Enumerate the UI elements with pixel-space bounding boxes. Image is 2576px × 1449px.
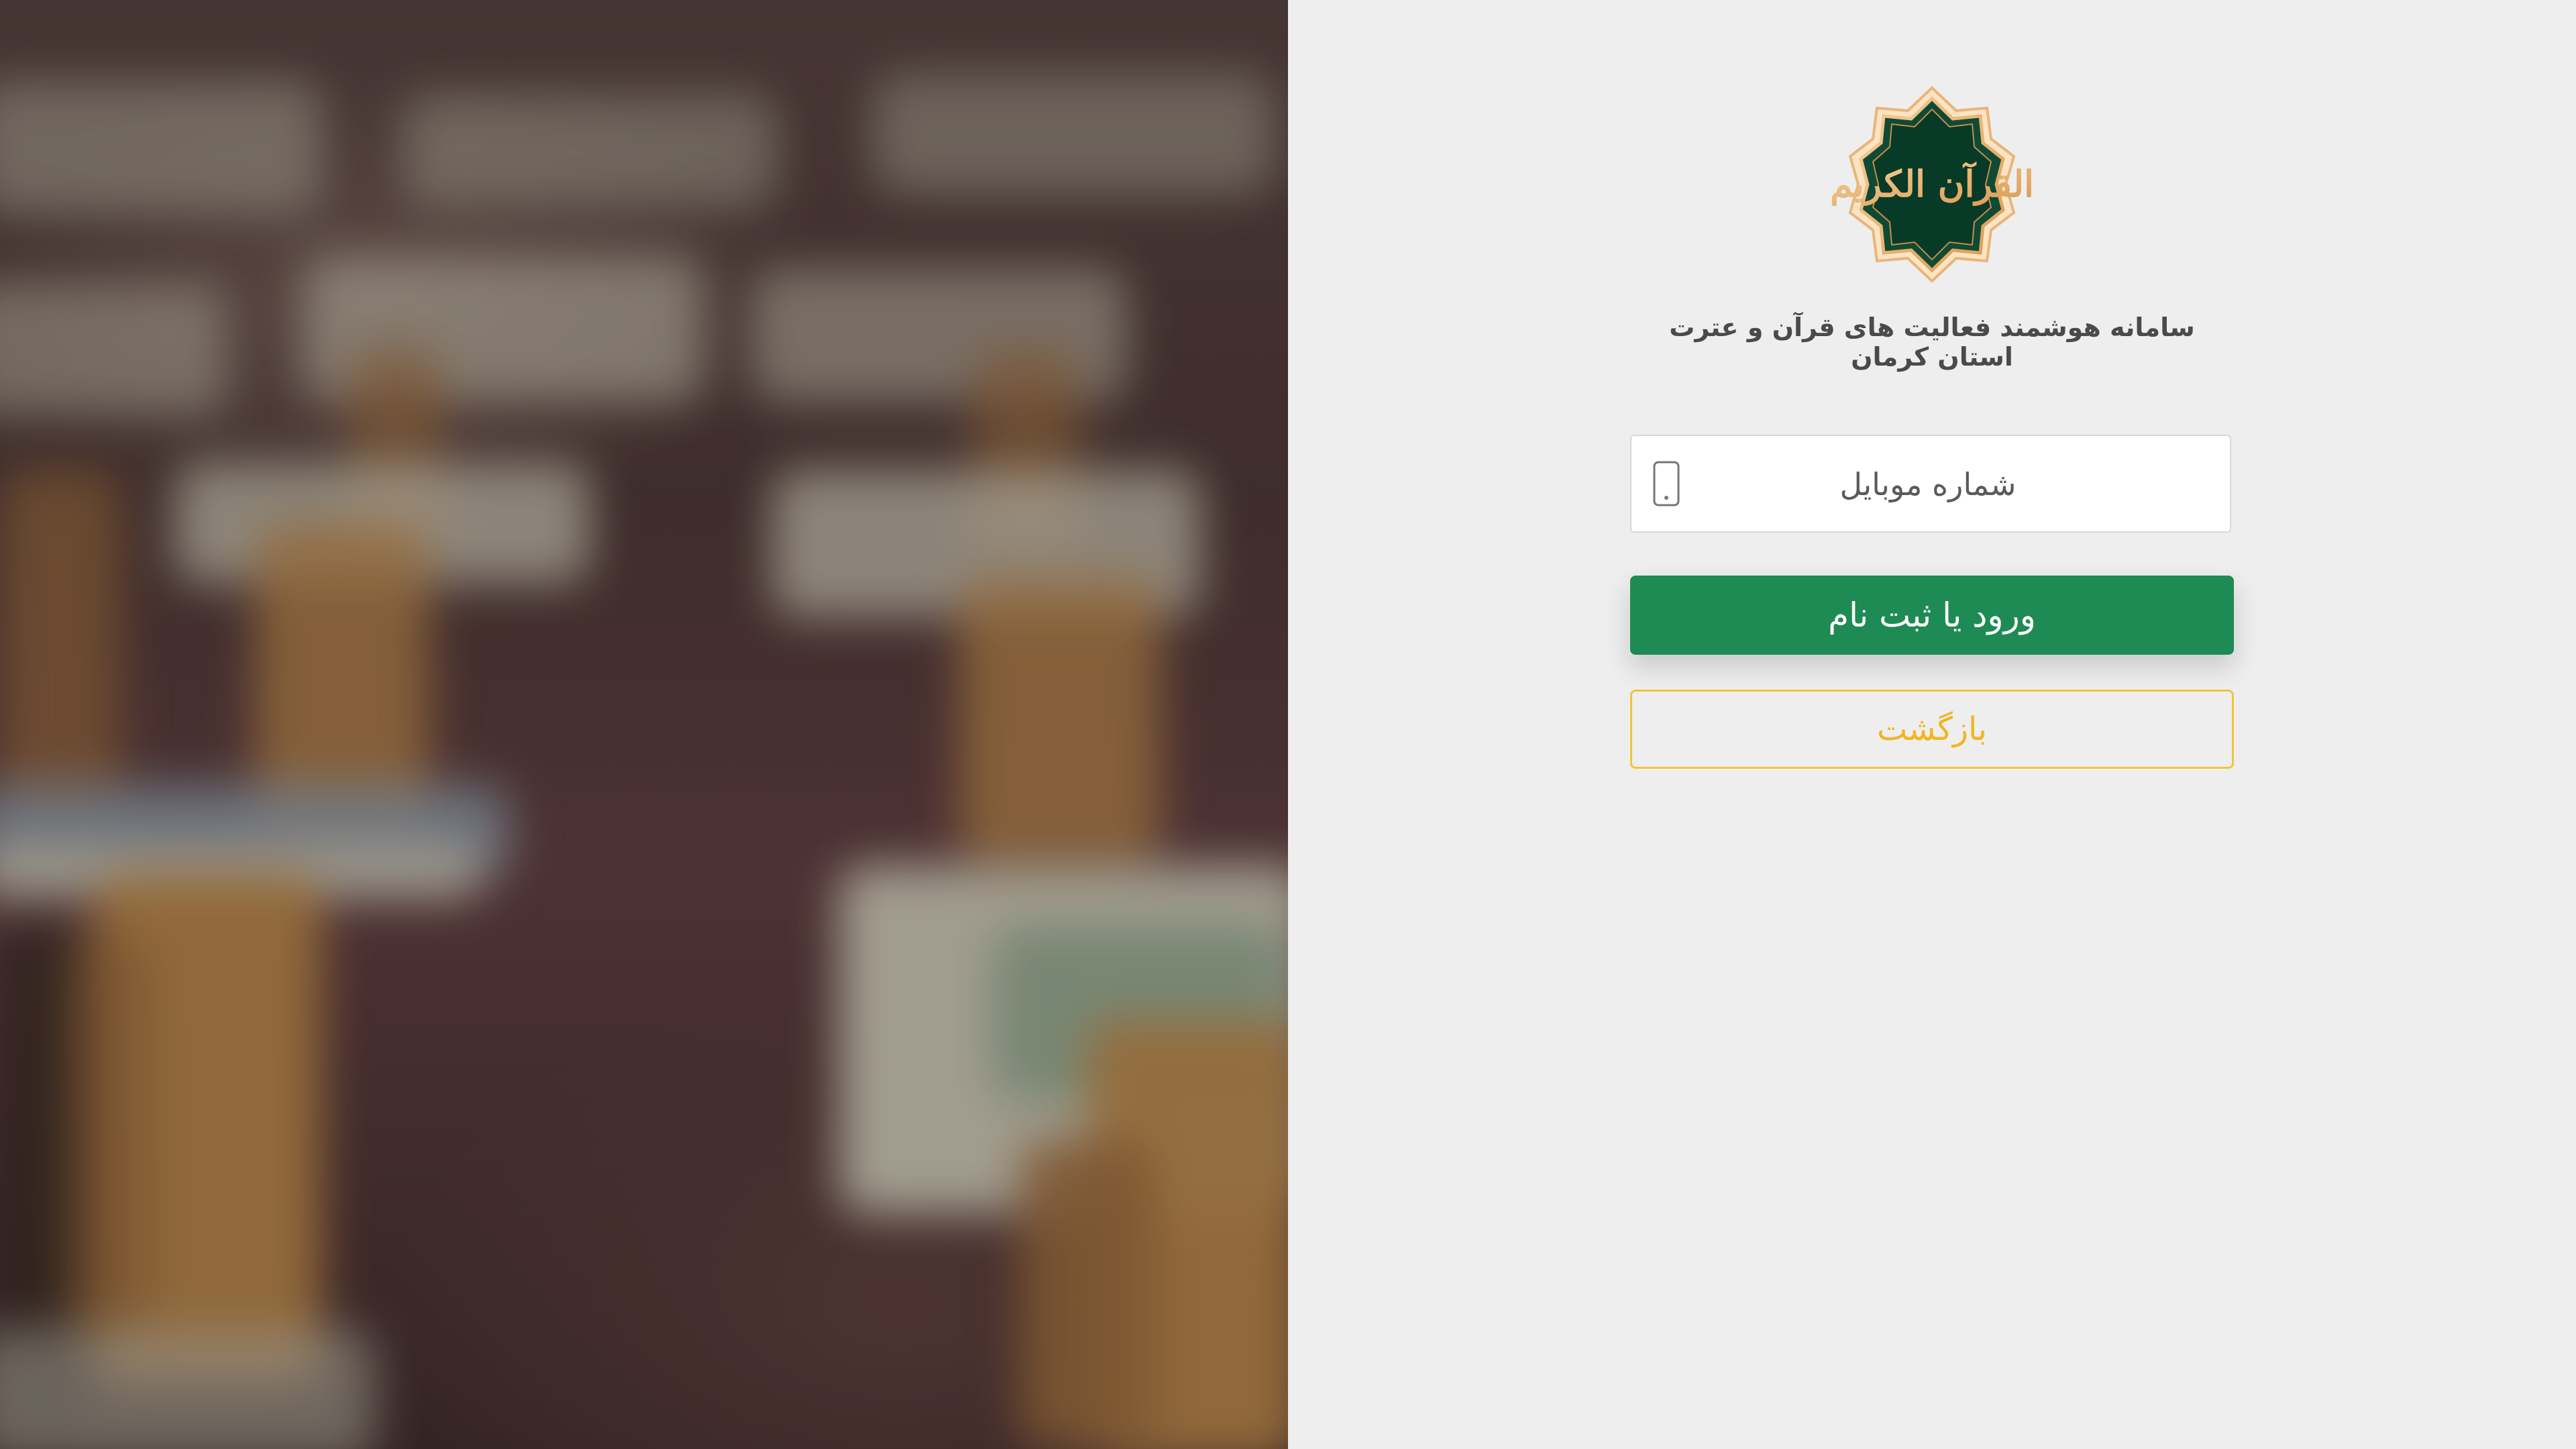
login-register-label: ورود یا ثبت نام xyxy=(1828,596,2036,635)
login-register-button[interactable]: ورود یا ثبت نام xyxy=(1630,576,2234,655)
mobile-phone-icon xyxy=(1653,461,1680,506)
login-page: القرآن الكريم سامانه هوشمند فعالیت های ق… xyxy=(0,0,2576,1449)
mobile-number-input[interactable] xyxy=(1699,436,2157,533)
background-photo xyxy=(0,0,1288,1449)
system-title: سامانه هوشمند فعالیت های قرآن و عترت است… xyxy=(1669,313,2195,372)
back-label: بازگشت xyxy=(1877,710,1987,748)
mobile-number-field[interactable] xyxy=(1630,435,2231,533)
back-button[interactable]: بازگشت xyxy=(1630,690,2234,769)
quran-emblem-icon: القرآن الكريم xyxy=(1831,86,2033,283)
svg-text:القرآن الكريم: القرآن الكريم xyxy=(1831,161,2033,207)
